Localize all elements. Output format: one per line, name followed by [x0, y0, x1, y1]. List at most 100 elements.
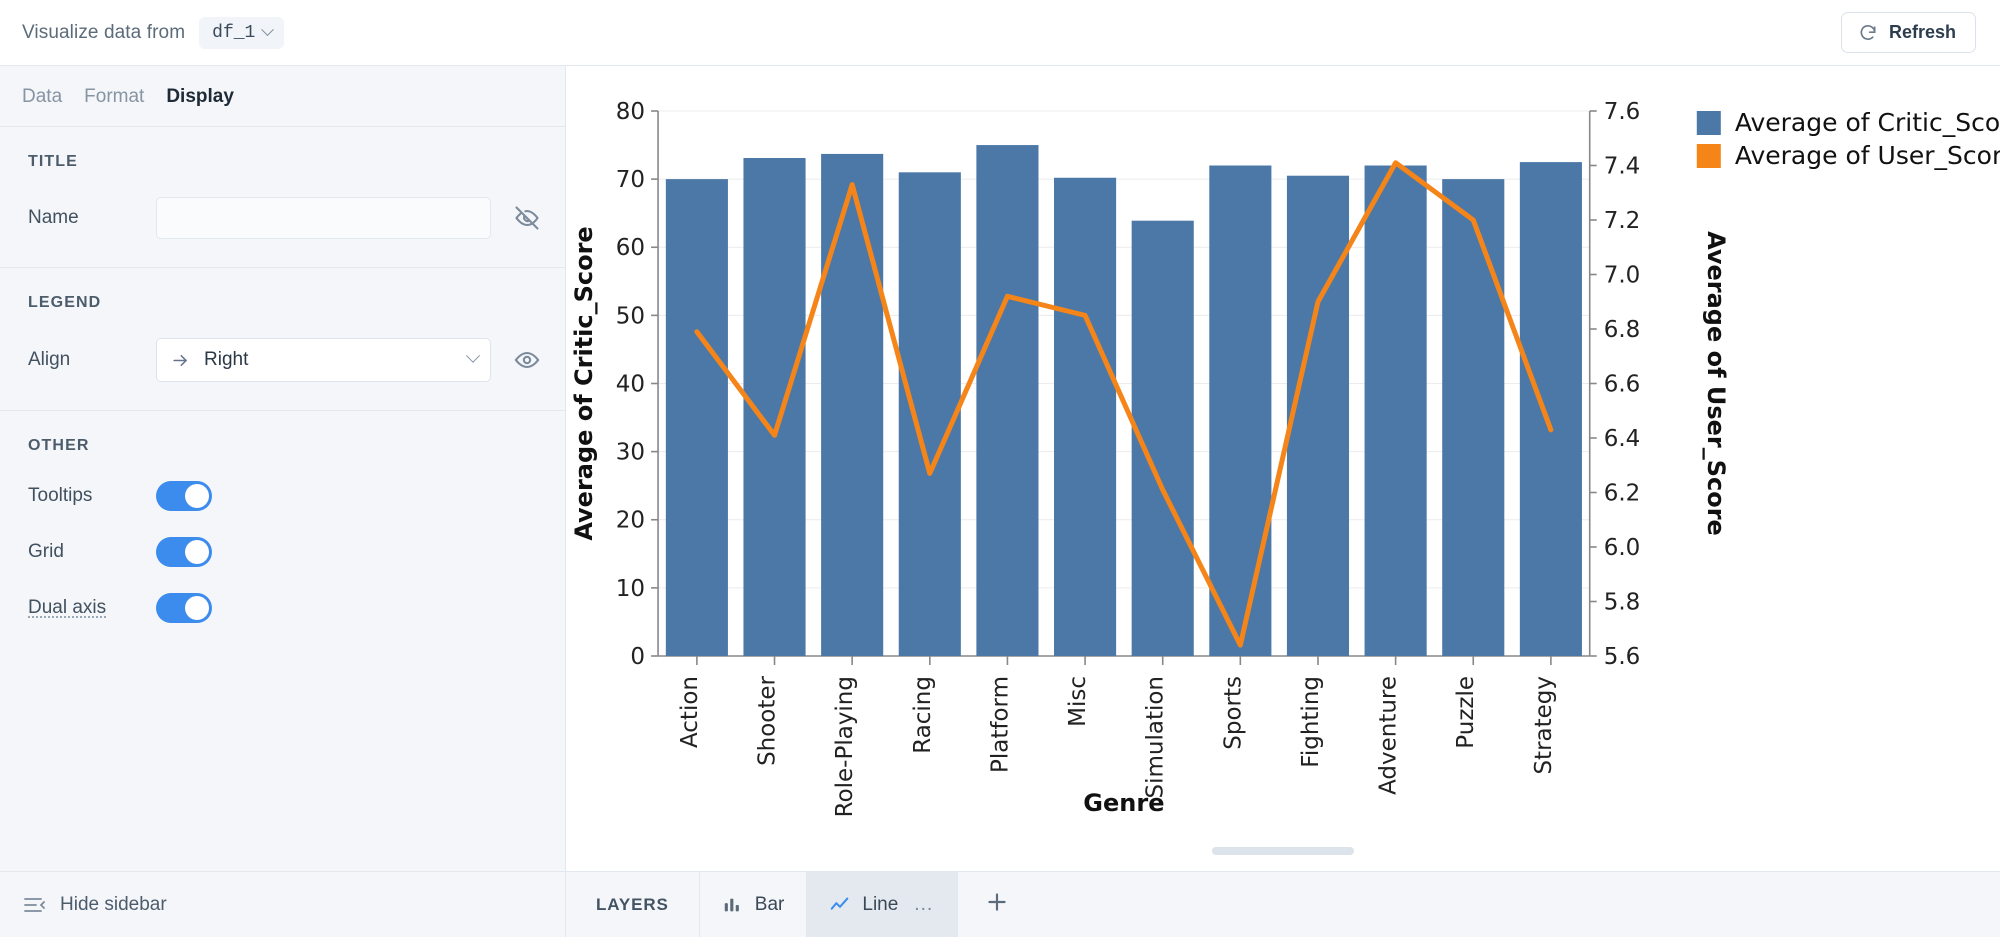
legend-label: Average of User_Score: [1735, 141, 2000, 170]
chevron-down-icon: [465, 348, 481, 363]
settings-sidebar: Data Format Display TITLE Name LEGEND Al…: [0, 66, 566, 937]
svg-text:6.0: 6.0: [1604, 535, 1641, 561]
svg-text:10: 10: [616, 576, 645, 602]
dataframe-name: df_1: [212, 22, 256, 43]
add-layer-button[interactable]: [958, 872, 1036, 937]
legend-label: Average of Critic_Score: [1735, 108, 2000, 137]
svg-text:70: 70: [616, 167, 645, 193]
layers-bar: LAYERS Bar Line …: [566, 871, 2000, 937]
layer-label-line: Line: [862, 893, 899, 915]
toggle-knob: [185, 484, 209, 508]
svg-text:6.6: 6.6: [1604, 372, 1641, 398]
title-name-label: Name: [28, 207, 79, 228]
x-tick-label: Shooter: [755, 675, 781, 765]
sidebar-filler: [0, 651, 565, 871]
main-body: Data Format Display TITLE Name LEGEND Al…: [0, 66, 2000, 937]
toggle-row-grid: Grid: [28, 537, 541, 567]
refresh-button[interactable]: Refresh: [1840, 12, 1976, 53]
svg-text:5.6: 5.6: [1604, 644, 1641, 670]
bar: [1209, 165, 1272, 656]
svg-text:5.8: 5.8: [1604, 590, 1641, 616]
eye-icon[interactable]: [513, 346, 541, 374]
collapse-sidebar-icon: [22, 893, 46, 917]
sidebar-tabs: Data Format Display: [0, 66, 565, 127]
tab-display[interactable]: Display: [166, 86, 234, 108]
toggle-knob: [185, 596, 209, 620]
dual-axis-chart[interactable]: 0 10 20 30 40 50 60 70 80 5.6 5.8 6.0 6.2 6.4 6.6 6.8 7.…: [566, 66, 2000, 871]
x-tick-label: Misc: [1065, 676, 1091, 727]
svg-text:Average of Critic_Score: Average of Critic_Score: [570, 226, 598, 540]
tab-data[interactable]: Data: [22, 86, 62, 108]
svg-text:40: 40: [616, 372, 645, 398]
legend-section-heading: LEGEND: [28, 294, 102, 311]
title-name-input[interactable]: [156, 197, 491, 239]
bar: [1364, 165, 1427, 656]
layers-title: LAYERS: [566, 872, 700, 937]
svg-text:60: 60: [616, 235, 645, 261]
tooltips-label: Tooltips: [28, 485, 93, 506]
x-tick-label: Action: [677, 676, 703, 748]
x-tick-label: Sports: [1220, 676, 1246, 750]
hide-sidebar-label: Hide sidebar: [60, 893, 167, 915]
legend-section: LEGEND Align Right: [0, 268, 565, 411]
toggle-row-tooltips: Tooltips: [28, 481, 541, 511]
other-section: OTHER Tooltips Grid Dual axis: [0, 411, 565, 651]
plus-icon: [984, 889, 1010, 920]
bar: [976, 145, 1039, 656]
dual-axis-label: Dual axis: [28, 597, 107, 618]
title-section: TITLE Name: [0, 127, 565, 268]
refresh-label: Refresh: [1888, 22, 1956, 42]
bar: [1054, 177, 1117, 656]
svg-text:Average of User_Score: Average of User_Score: [1702, 231, 1730, 536]
arrow-right-icon: [171, 351, 190, 370]
bar: [665, 179, 728, 656]
legend-align-select[interactable]: Right: [156, 338, 491, 382]
chart-container: 0 10 20 30 40 50 60 70 80 5.6 5.8 6.0 6.2 6.4 6.6 6.8 7.…: [566, 66, 2000, 871]
svg-text:7.4: 7.4: [1604, 154, 1641, 180]
hide-sidebar-button[interactable]: Hide sidebar: [0, 871, 565, 937]
visualizer-app: Visualize data from df_1 Refresh Data Fo…: [0, 0, 2000, 937]
resize-handle[interactable]: [1212, 847, 1354, 855]
line-chart-icon: [829, 894, 851, 916]
top-bar: Visualize data from df_1 Refresh: [0, 0, 2000, 66]
legend-align-value: Right: [204, 349, 249, 370]
svg-text:Genre: Genre: [1083, 789, 1164, 817]
svg-text:6.8: 6.8: [1604, 317, 1641, 343]
layer-overflow-menu-icon[interactable]: …: [913, 893, 935, 916]
x-tick-label: Fighting: [1298, 676, 1324, 768]
svg-text:50: 50: [616, 303, 645, 329]
title-name-row: Name: [28, 197, 541, 239]
x-tick-label: Simulation: [1143, 676, 1169, 798]
dual-axis-toggle[interactable]: [156, 593, 212, 623]
title-section-heading: TITLE: [28, 153, 78, 170]
bar: [821, 153, 884, 656]
svg-text:6.2: 6.2: [1604, 481, 1641, 507]
chart-pane: 0 10 20 30 40 50 60 70 80 5.6 5.8 6.0 6.2 6.4 6.6 6.8 7.…: [566, 66, 2000, 937]
layer-tab-line[interactable]: Line …: [807, 872, 959, 937]
tooltips-toggle[interactable]: [156, 481, 212, 511]
x-tick-label: Puzzle: [1453, 676, 1479, 749]
svg-text:0: 0: [630, 644, 645, 670]
svg-text:7.2: 7.2: [1604, 208, 1641, 234]
eye-off-icon[interactable]: [513, 204, 541, 232]
chevron-down-icon: [261, 23, 275, 37]
tab-format[interactable]: Format: [84, 86, 144, 108]
svg-text:7.6: 7.6: [1604, 99, 1641, 125]
bar: [898, 172, 961, 656]
bar-chart-icon: [722, 894, 744, 916]
legend-align-row: Align Right: [28, 338, 541, 382]
other-section-heading: OTHER: [28, 437, 90, 454]
svg-text:20: 20: [616, 508, 645, 534]
svg-text:80: 80: [616, 99, 645, 125]
svg-text:30: 30: [616, 440, 645, 466]
legend-swatch: [1696, 111, 1721, 135]
bar: [1442, 179, 1505, 656]
layer-tab-bar[interactable]: Bar: [700, 872, 808, 937]
dataframe-selector[interactable]: df_1: [199, 16, 285, 49]
x-tick-label: Adventure: [1376, 676, 1402, 795]
grid-toggle[interactable]: [156, 537, 212, 567]
x-tick-label: Strategy: [1531, 676, 1557, 775]
svg-text:6.4: 6.4: [1604, 426, 1641, 452]
layer-label-bar: Bar: [754, 893, 785, 915]
grid-label: Grid: [28, 541, 64, 562]
